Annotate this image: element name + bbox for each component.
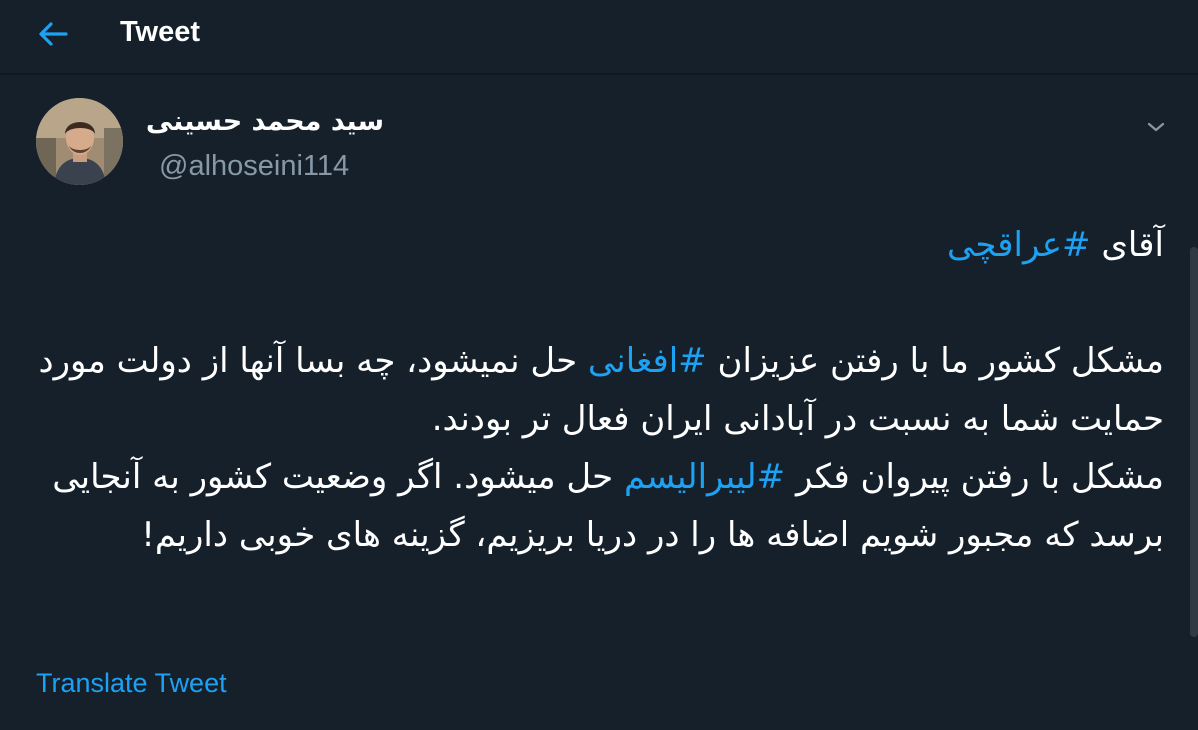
hashtag-link-liberalism[interactable]: #لیبرالیسم [624, 457, 785, 497]
hashtag-link-afghani[interactable]: #افغانی [588, 341, 707, 381]
hashtag-link-araghchi[interactable]: #عراقچی [947, 225, 1091, 265]
scrollbar-thumb[interactable] [1190, 247, 1198, 637]
author-display-name[interactable]: سید محمد حسینی [146, 103, 384, 141]
scrollbar[interactable] [1190, 75, 1198, 730]
more-options-button[interactable] [1140, 112, 1172, 142]
page-title: Tweet [120, 16, 201, 48]
author-handle[interactable]: @alhoseini114 [159, 147, 349, 185]
avatar[interactable] [36, 98, 123, 185]
arrow-left-icon [39, 22, 68, 46]
tweet-paragraph-2: مشکل با رفتن پیروان فکر #لیبرالیسم حل می… [36, 448, 1164, 564]
chevron-down-icon [1147, 122, 1165, 132]
top-bar: Tweet [0, 0, 1198, 75]
tweet-paragraph-1: مشکل کشور ما با رفتن عزیزان #افغانی حل ن… [36, 332, 1164, 448]
tweet-text-segment: مشکل با رفتن پیروان فکر [785, 457, 1164, 497]
tweet-line-greeting: آقای #عراقچی [36, 216, 1164, 274]
translate-tweet-link[interactable]: Translate Tweet [36, 665, 227, 701]
profile-photo [36, 98, 123, 185]
tweet-text: آقای #عراقچی مشکل کشور ما با رفتن عزیزان… [36, 216, 1164, 564]
tweet-text-segment: آقای [1090, 225, 1164, 265]
back-button[interactable] [28, 12, 78, 56]
tweet-text-segment: مشکل کشور ما با رفتن عزیزان [706, 341, 1164, 381]
tweet-detail-screen: Tweet سید محمد حسینی @alhoseini114 آقای … [0, 0, 1198, 730]
